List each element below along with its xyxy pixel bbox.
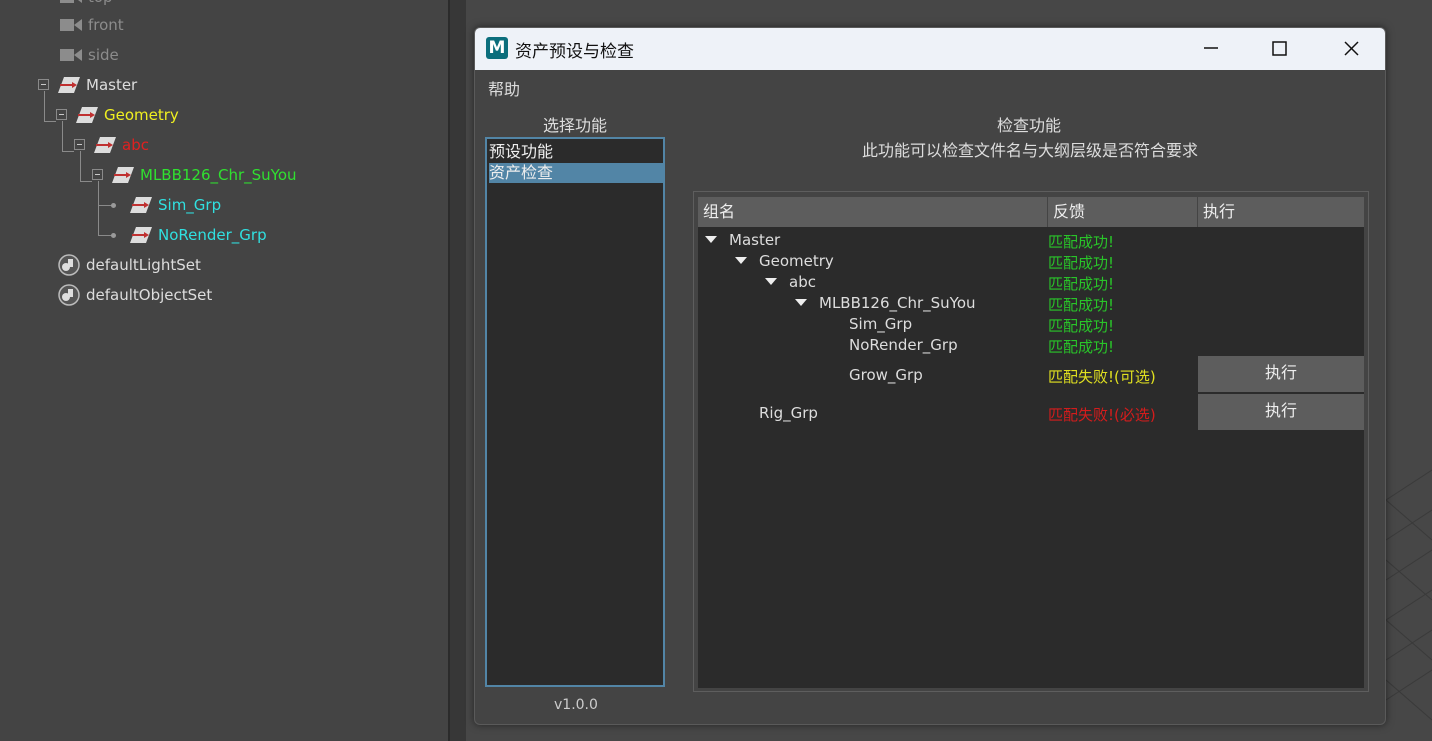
- function-item-preset[interactable]: 预设功能: [489, 142, 663, 162]
- outliner-item-label: Sim_Grp: [158, 196, 222, 214]
- menu-bar: 帮助: [475, 70, 1385, 102]
- collapse-toggle[interactable]: [38, 79, 49, 90]
- transform-group-icon: [94, 137, 116, 153]
- window-title: 资产预设与检查: [515, 42, 634, 62]
- tree-line: [80, 181, 92, 182]
- outliner-item-label: NoRender_Grp: [158, 226, 267, 244]
- row-name-rig-grp[interactable]: Rig_Grp: [759, 404, 818, 422]
- tree-line: [98, 181, 99, 236]
- outliner-panel: top front side Master Geometry abc MLBB1…: [0, 0, 450, 741]
- outliner-item-label: side: [88, 46, 119, 64]
- minimize-button[interactable]: [1175, 28, 1245, 70]
- version-label: v1.0.0: [554, 697, 598, 713]
- row-feedback-mlbb126: 匹配成功!: [1048, 296, 1115, 314]
- minimize-icon: [1204, 47, 1218, 49]
- row-name-master[interactable]: Master: [729, 231, 780, 249]
- tree-leaf-dot: [111, 233, 116, 238]
- outliner-item-label: defaultLightSet: [86, 256, 201, 274]
- expand-arrow-icon[interactable]: [795, 299, 807, 306]
- tree-line: [44, 121, 56, 122]
- column-header-group-name[interactable]: 组名: [698, 197, 1048, 227]
- collapse-toggle[interactable]: [92, 169, 103, 180]
- table-header: 组名 反馈 执行: [698, 197, 1364, 227]
- tree-line: [98, 205, 112, 206]
- outliner-item-mlbb126[interactable]: MLBB126_Chr_SuYou: [112, 164, 297, 186]
- row-feedback-rig-grp: 匹配失败!(必选): [1048, 406, 1156, 424]
- row-feedback-master: 匹配成功!: [1048, 233, 1115, 251]
- row-feedback-sim-grp: 匹配成功!: [1048, 317, 1115, 335]
- row-feedback-norender-grp: 匹配成功!: [1048, 338, 1115, 356]
- expand-arrow-icon[interactable]: [765, 278, 777, 285]
- asset-check-dialog: M 资产预设与检查 帮助 选择功能 预设功能 资产检查 v1.0.0 检查功能 …: [474, 27, 1386, 725]
- maximize-button[interactable]: [1245, 28, 1315, 70]
- row-feedback-geometry: 匹配成功!: [1048, 254, 1115, 272]
- function-item-asset-check[interactable]: 资产检查: [489, 163, 663, 183]
- outliner-item-label: Geometry: [104, 106, 179, 124]
- row-name-abc[interactable]: abc: [789, 273, 816, 291]
- outliner-item-top[interactable]: top: [60, 0, 113, 8]
- camera-icon: [60, 0, 82, 3]
- check-function-description: 此功能可以检查文件名与大纲层级是否符合要求: [862, 141, 1199, 160]
- outliner-item-sim-grp[interactable]: Sim_Grp: [130, 194, 221, 216]
- row-name-geometry[interactable]: Geometry: [759, 252, 834, 270]
- tree-line: [62, 121, 63, 151]
- column-header-execute[interactable]: 执行: [1198, 197, 1364, 227]
- outliner-item-norender-grp[interactable]: NoRender_Grp: [130, 224, 267, 246]
- outliner-item-master[interactable]: Master: [58, 74, 137, 96]
- menu-help[interactable]: 帮助: [488, 76, 520, 100]
- execute-button-rig-grp[interactable]: 执行: [1198, 394, 1364, 430]
- outliner-item-front[interactable]: front: [60, 14, 124, 36]
- camera-icon: [60, 49, 82, 61]
- outliner-item-label: front: [88, 16, 124, 34]
- check-table-frame: 组名 反馈 执行 Master 匹配成功! Geometry 匹配成功! abc…: [693, 191, 1369, 692]
- outliner-item-default-light-set[interactable]: defaultLightSet: [58, 254, 201, 276]
- tree-line: [98, 235, 112, 236]
- transform-group-icon: [130, 197, 152, 213]
- row-feedback-abc: 匹配成功!: [1048, 275, 1115, 293]
- check-table[interactable]: 组名 反馈 执行 Master 匹配成功! Geometry 匹配成功! abc…: [698, 197, 1364, 688]
- tree-line: [80, 151, 81, 181]
- row-name-mlbb126[interactable]: MLBB126_Chr_SuYou: [819, 294, 976, 312]
- collapse-toggle[interactable]: [56, 109, 67, 120]
- tree-leaf-dot: [111, 203, 116, 208]
- maximize-icon: [1272, 41, 1287, 56]
- transform-group-icon: [58, 77, 80, 93]
- outliner-item-label: abc: [122, 136, 149, 154]
- outliner-item-label: top: [88, 0, 113, 8]
- outliner-scrollbar[interactable]: [450, 0, 466, 741]
- row-name-grow-grp[interactable]: Grow_Grp: [849, 366, 923, 384]
- outliner-item-label: MLBB126_Chr_SuYou: [140, 166, 297, 184]
- transform-group-icon: [130, 227, 152, 243]
- set-icon: [58, 254, 80, 276]
- tree-line: [44, 91, 45, 121]
- row-name-sim-grp[interactable]: Sim_Grp: [849, 315, 912, 333]
- transform-group-icon: [112, 167, 134, 183]
- outliner-item-default-object-set[interactable]: defaultObjectSet: [58, 284, 212, 306]
- outliner-item-geometry[interactable]: Geometry: [76, 104, 179, 126]
- expand-arrow-icon[interactable]: [735, 257, 747, 264]
- outliner-item-abc[interactable]: abc: [94, 134, 149, 156]
- title-bar[interactable]: M 资产预设与检查: [475, 28, 1385, 70]
- check-function-title: 检查功能: [997, 116, 1062, 135]
- camera-icon: [60, 19, 82, 31]
- outliner-item-side[interactable]: side: [60, 44, 119, 66]
- select-function-title: 选择功能: [543, 116, 608, 135]
- set-icon: [58, 284, 80, 306]
- maya-logo-icon: M: [486, 37, 508, 59]
- collapse-toggle[interactable]: [74, 139, 85, 150]
- expand-arrow-icon[interactable]: [705, 236, 717, 243]
- close-button[interactable]: [1315, 28, 1385, 70]
- row-name-norender-grp[interactable]: NoRender_Grp: [849, 336, 958, 354]
- transform-group-icon: [76, 107, 98, 123]
- tree-line: [62, 151, 74, 152]
- column-header-feedback[interactable]: 反馈: [1048, 197, 1198, 227]
- outliner-item-label: Master: [86, 76, 138, 94]
- row-feedback-grow-grp: 匹配失败!(可选): [1048, 368, 1156, 386]
- function-list[interactable]: 预设功能 资产检查: [485, 137, 665, 687]
- outliner-item-label: defaultObjectSet: [86, 286, 213, 304]
- execute-button-grow-grp[interactable]: 执行: [1198, 356, 1364, 392]
- close-icon: [1344, 41, 1359, 56]
